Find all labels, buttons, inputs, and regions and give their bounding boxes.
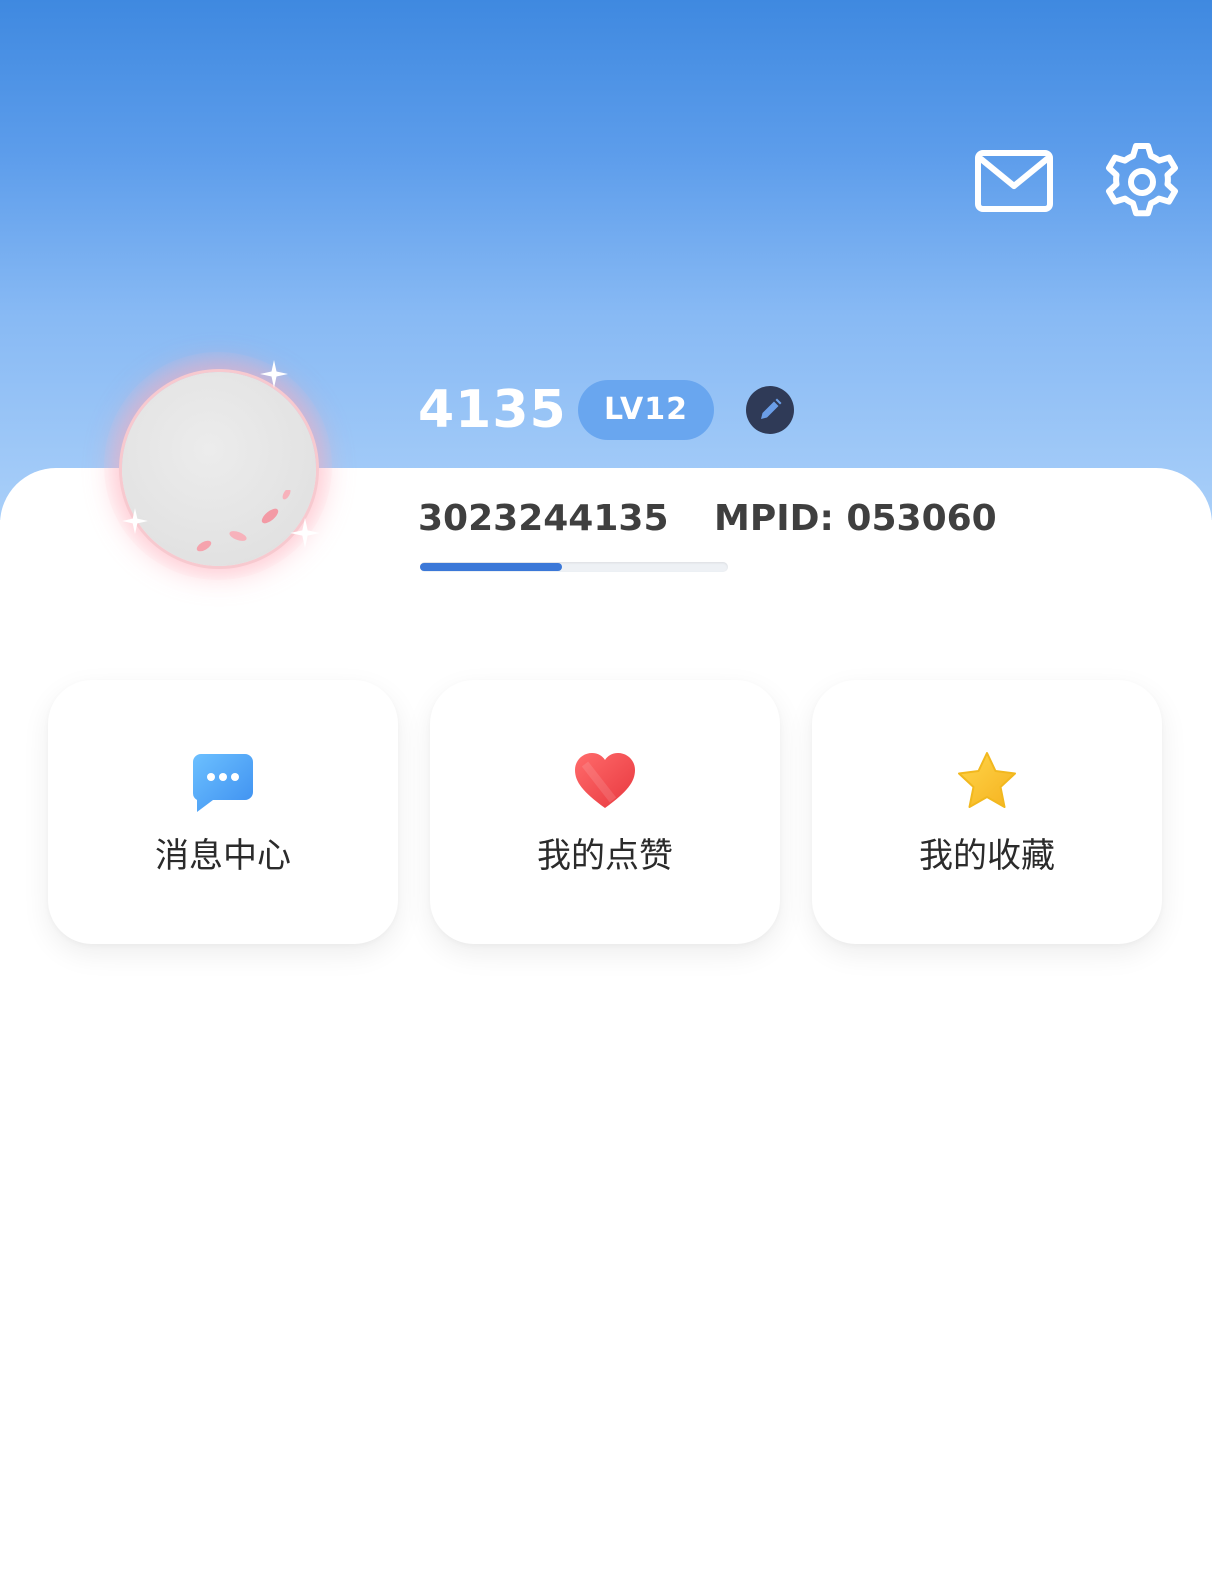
heart-icon [575, 753, 635, 808]
exp-progress-bar [420, 562, 728, 572]
sparkle-icon [260, 360, 288, 388]
chat-bubble-icon [192, 754, 253, 812]
username: 4135 [418, 380, 567, 440]
level-badge: LV12 [578, 380, 714, 440]
settings-button[interactable] [1100, 140, 1184, 224]
profile-card-sheet [0, 468, 1212, 1570]
mpid: MPID: 053060 [714, 498, 997, 539]
avatar-container[interactable] [92, 340, 344, 592]
petals-decoration [196, 490, 291, 552]
message-center-tile[interactable]: 消息中心 [48, 680, 398, 944]
edit-profile-button[interactable] [746, 386, 794, 434]
star-icon [958, 752, 1016, 808]
tile-label: 我的收藏 [919, 836, 1055, 876]
my-likes-tile[interactable]: 我的点赞 [430, 680, 780, 944]
sparkle-icon [122, 508, 148, 534]
exp-progress-fill [420, 563, 562, 571]
tile-label: 消息中心 [155, 836, 291, 876]
user-id: 3023244135 [418, 498, 669, 539]
gear-icon [1106, 143, 1178, 217]
mail-button[interactable] [972, 146, 1056, 216]
profile-page: 4135 LV12 3023244135 MPID: 053060 消息中心 我… [0, 0, 1212, 1570]
my-favorites-tile[interactable]: 我的收藏 [812, 680, 1162, 944]
tile-label: 我的点赞 [537, 836, 673, 876]
pencil-icon [761, 398, 782, 419]
mail-icon [975, 150, 1053, 212]
